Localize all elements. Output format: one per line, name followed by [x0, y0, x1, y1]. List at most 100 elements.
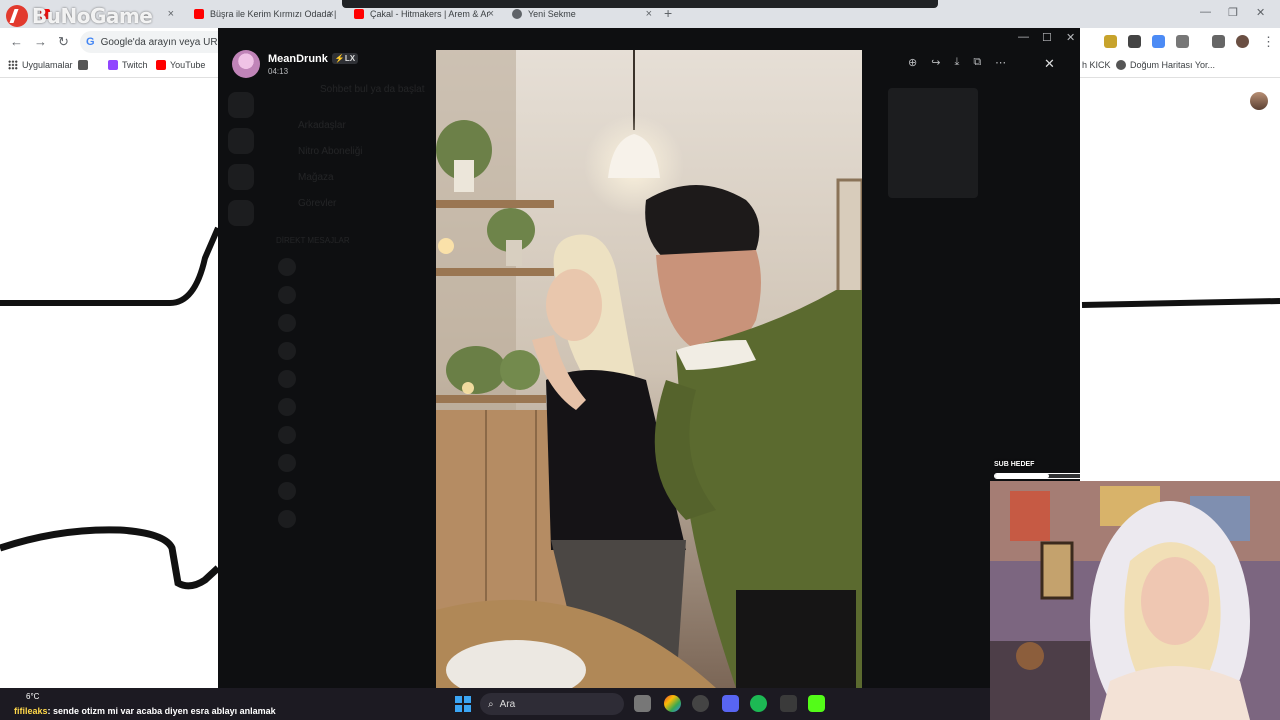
taskbar-search-placeholder: Ara	[499, 698, 516, 710]
shared-photo[interactable]	[436, 50, 862, 688]
bookmark-kick[interactable]: h KICK	[1082, 60, 1111, 70]
browser-tab[interactable]: Büşra ile Kerim Kırmızı Odada | ×	[184, 4, 340, 24]
close-window-icon[interactable]: ✕	[1066, 31, 1075, 44]
zoom-icon[interactable]: ⊕	[908, 56, 917, 69]
twitch-icon	[108, 60, 118, 70]
task-view-icon[interactable]	[634, 695, 651, 712]
extension-icon[interactable]	[1152, 35, 1165, 48]
uploader-name[interactable]: MeanDrunk	[268, 53, 328, 65]
upload-timestamp: 04:13	[268, 66, 289, 76]
profile-avatar-icon[interactable]	[1236, 35, 1249, 48]
tab-close-icon[interactable]: ×	[488, 8, 494, 20]
photo-image	[436, 50, 862, 688]
chat-overlay-message: fifileaks: sende otizm mi var acaba diye…	[14, 706, 276, 716]
chrome-favicon-icon	[512, 9, 522, 19]
sub-goal-progress-bar	[994, 473, 1278, 479]
search-icon: ⌕	[488, 698, 494, 710]
sub-goal-label: SUB HEDEF	[994, 461, 1035, 468]
extensions-puzzle-icon[interactable]	[1176, 35, 1189, 48]
tab-title: Yeni Sekme	[528, 9, 576, 19]
maximize-icon[interactable]: ❐	[1228, 6, 1238, 19]
bookmark-label: YouTube	[170, 60, 206, 70]
server-icon	[228, 128, 254, 154]
dm-avatar	[278, 342, 296, 360]
more-icon[interactable]: ⋯	[995, 56, 1006, 69]
bookmark-twitch[interactable]: Twitch	[108, 60, 148, 70]
nav-shop: Mağaza	[298, 172, 334, 183]
server-icon	[228, 92, 254, 118]
share-icon[interactable]: ↪	[931, 56, 940, 69]
logo-mark-icon	[6, 5, 28, 27]
server-icon	[228, 200, 254, 226]
tab-close-icon[interactable]: ×	[168, 8, 174, 20]
kick-live-icon[interactable]	[808, 695, 825, 712]
browser-menu-icon[interactable]: ⋮	[1262, 34, 1275, 50]
bookmark-label: h KICK	[1082, 60, 1111, 70]
download-icon[interactable]: ⤓	[954, 56, 959, 69]
close-viewer-button[interactable]: ✕	[1044, 56, 1055, 72]
bookmark-label: Uygulamalar	[22, 60, 73, 70]
nav-nitro: Nitro Aboneliği	[298, 146, 363, 157]
webcam-image	[990, 481, 1280, 720]
windows-taskbar: 6°C fifileaks: sende otizm mi var acaba …	[0, 688, 990, 720]
spotify-icon[interactable]	[750, 695, 767, 712]
dm-avatar	[278, 398, 296, 416]
tab-title: Çakal - Hitmakers | Arem & Ar	[370, 9, 490, 19]
logo-text: BuNoGame	[32, 4, 153, 28]
stream-logo-watermark: BuNoGame	[6, 4, 153, 28]
dm-avatar	[278, 454, 296, 472]
tab-close-icon[interactable]: ×	[328, 8, 334, 20]
gear-icon	[1116, 60, 1126, 70]
extension-icon[interactable]	[1104, 35, 1117, 48]
chat-message-text: : sende otizm mi var acaba diyen esra ab…	[47, 706, 276, 716]
app-icon[interactable]	[780, 695, 797, 712]
dm-search-bar: Sohbet bul ya da başlat	[320, 84, 425, 95]
sub-goal-count: 3 / 16	[1258, 462, 1276, 469]
back-arrow-icon[interactable]: ←	[10, 34, 23, 49]
maximize-icon[interactable]: ☐	[1042, 31, 1052, 44]
google-g-icon: G	[86, 36, 95, 48]
discord-icon[interactable]	[722, 695, 739, 712]
nav-friends: Arkadaşlar	[298, 120, 346, 131]
uploader-info: MeanDrunk ⚡LX 04:13	[232, 50, 359, 78]
tab-close-icon[interactable]: ×	[646, 8, 652, 20]
youtube-favicon-icon	[194, 9, 204, 19]
chat-username: fifileaks	[14, 706, 48, 716]
overlay-edge	[342, 0, 938, 8]
dm-avatar	[278, 314, 296, 332]
bookmark-grid[interactable]	[78, 60, 88, 70]
viewer-toolbar: ⊕ ↪ ⤓ ⧉ ⋯	[908, 56, 1006, 69]
chrome-icon[interactable]	[664, 695, 681, 712]
youtube-icon	[156, 60, 166, 70]
nav-quests: Görevler	[298, 198, 337, 209]
extension-icon[interactable]	[1128, 35, 1141, 48]
reading-list-icon[interactable]	[1212, 35, 1225, 48]
minimize-icon[interactable]: —	[1018, 31, 1029, 43]
close-window-icon[interactable]: ✕	[1256, 6, 1265, 19]
grid-icon	[78, 60, 88, 70]
open-external-icon[interactable]: ⧉	[973, 56, 981, 69]
discord-titlebar: — ☐ ✕	[218, 28, 1080, 48]
uploader-name-row: MeanDrunk ⚡LX	[268, 53, 359, 65]
uploader-avatar[interactable]	[232, 50, 260, 78]
bookmark-youtube[interactable]: YouTube	[156, 60, 205, 70]
weather-widget[interactable]: 6°C	[26, 692, 39, 701]
dm-avatar	[278, 370, 296, 388]
minimize-icon[interactable]: —	[1200, 6, 1211, 18]
bookmark-dogum-haritasi[interactable]: Doğum Haritası Yor...	[1116, 60, 1215, 70]
address-bar[interactable]: G Google'da arayın veya URL	[80, 31, 240, 53]
youtube-favicon-icon	[354, 9, 364, 19]
sub-goal-progress-fill	[995, 474, 1049, 478]
uploader-badge: ⚡LX	[331, 53, 359, 64]
streamer-webcam	[990, 481, 1280, 720]
bookmark-label: Doğum Haritası Yor...	[1130, 60, 1216, 70]
bookmark-apps[interactable]: Uygulamalar	[8, 60, 73, 70]
reload-icon[interactable]: ↻	[58, 34, 69, 50]
steam-icon[interactable]	[692, 695, 709, 712]
bookmark-label: Twitch	[122, 60, 148, 70]
forward-arrow-icon[interactable]: →	[34, 34, 47, 49]
browser-tab-strip: × Büşra ile Kerim Kırmızı Odada | × Çaka…	[0, 0, 1280, 28]
windows-start-icon[interactable]	[455, 696, 471, 712]
tab-title: Büşra ile Kerim Kırmızı Odada |	[210, 9, 337, 19]
taskbar-search[interactable]: ⌕ Ara	[480, 693, 624, 715]
